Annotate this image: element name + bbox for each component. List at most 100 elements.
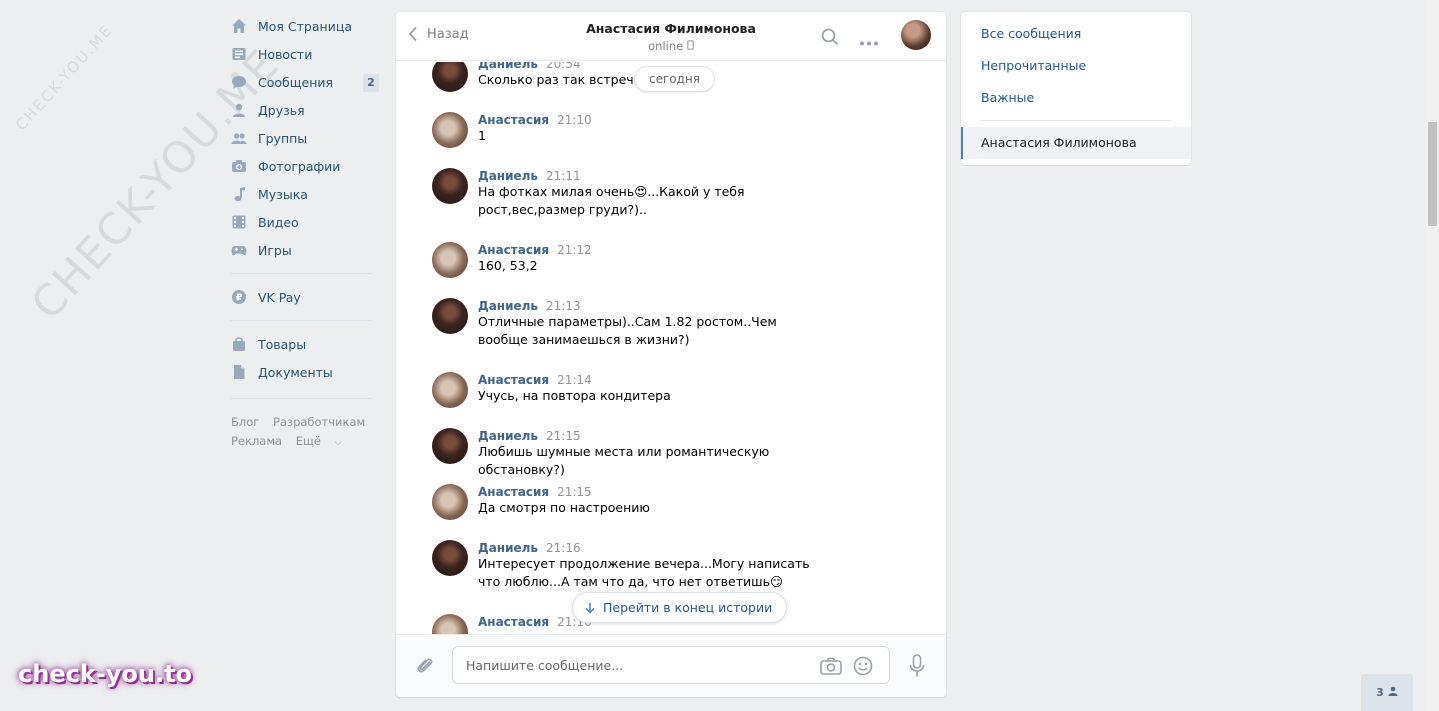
groups-icon [231,130,247,146]
author-avatar[interactable] [432,372,468,408]
nav-item-messages[interactable]: Сообщения 2 [228,68,382,96]
jump-to-end-button[interactable]: Перейти в конец истории [572,592,788,623]
message-author[interactable]: Анастасия [478,373,549,387]
nav-item-goods[interactable]: Товары [228,330,382,358]
message-input-placeholder: Напишите сообщение... [466,658,624,673]
nav-item-friends[interactable]: Друзья [228,96,382,124]
nav-item-vkpay[interactable]: ₽ VK Pay [228,283,382,311]
messages-filter-panel: Все сообщения Непрочитанные Важные Анаст… [961,12,1191,165]
chat-header: Назад Анастасия Филимонова online [396,12,946,61]
nav-item-games[interactable]: Игры [228,236,382,264]
message-time[interactable]: 21:14 [557,373,592,387]
vkpay-icon: ₽ [231,289,247,305]
nav-label: Сообщения [258,74,334,90]
microphone-icon[interactable] [909,654,925,681]
nav-item-groups[interactable]: Группы [228,124,382,152]
footer-link-developers[interactable]: Разработчикам [273,415,365,429]
message-author[interactable]: Анастасия [478,615,549,629]
page-scrollbar[interactable] [1425,0,1439,711]
nav-label: VK Pay [258,289,301,305]
active-conversation-item[interactable]: Анастасия Филимонова [961,127,1191,159]
filter-all-messages[interactable]: Все сообщения [981,26,1081,41]
mobile-icon [687,39,694,53]
message-text: 1 [478,128,486,143]
message-time[interactable]: 21:11 [546,169,581,183]
message-item: Анастасия 21:12 160, 53,2 [432,242,852,278]
message-time[interactable]: 21:13 [546,299,581,313]
author-avatar[interactable] [432,540,468,576]
online-friends-button[interactable]: 3 [1361,674,1413,711]
shopping-bag-icon [231,336,247,352]
author-avatar[interactable] [432,614,468,634]
messages-icon [231,74,247,90]
nav-item-news[interactable]: Новости [228,40,382,68]
footer-link-blog[interactable]: Блог [231,415,259,429]
message-time[interactable]: 21:16 [546,541,581,555]
author-avatar[interactable] [432,112,468,148]
message-author[interactable]: Даниель [478,299,538,313]
nav-label: Товары [258,336,307,352]
search-icon[interactable] [821,28,839,49]
nav-item-my-page[interactable]: Моя Страница [228,12,382,40]
nav-divider [230,398,372,399]
nav-label: Моя Страница [258,18,352,34]
message-item: Анастасия 21:15 Да смотря по настроению [432,484,852,520]
nav-divider [230,320,372,321]
author-avatar[interactable] [432,428,468,464]
footer-link-ads[interactable]: Реклама [231,434,282,448]
nav-item-video[interactable]: Видео [228,208,382,236]
paperclip-icon[interactable] [414,655,436,680]
author-avatar[interactable] [432,484,468,520]
camera-icon [231,158,247,174]
emoji-icon[interactable] [853,656,873,679]
author-avatar[interactable] [432,168,468,204]
friends-icon [231,102,247,118]
message-author[interactable]: Даниель [478,541,538,555]
message-item: Анастасия 21:10 1 [432,112,852,148]
date-divider-pill: сегодня [634,66,715,92]
author-avatar[interactable] [432,242,468,278]
nav-label: Видео [258,214,299,230]
message-author[interactable]: Даниель [478,169,538,183]
message-text: На фотках милая очень😍...Какой у тебя ро… [478,184,745,217]
author-avatar[interactable] [432,62,468,92]
footer-more-label: Ещё [295,434,321,448]
nav-label: Фотографии [258,158,341,174]
message-time[interactable]: 20:54 [546,62,581,71]
nav-label: Новости [258,46,313,62]
author-avatar[interactable] [432,298,468,334]
peer-status-text: online [648,39,684,53]
nav-label: Документы [258,364,333,380]
message-author[interactable]: Даниель [478,429,538,443]
filter-unread[interactable]: Непрочитанные [981,58,1086,73]
message-author[interactable]: Анастасия [478,485,549,499]
message-history: Даниель 20:54 Сколько раз так встречал се… [396,62,946,634]
filter-important[interactable]: Важные [981,90,1034,105]
scrollbar-thumb[interactable] [1428,122,1437,226]
message-input[interactable]: Напишите сообщение... [452,646,890,684]
footer-link-more[interactable]: Ещё ⌵ [296,434,352,448]
jump-label: Перейти в конец истории [603,600,773,615]
message-time[interactable]: 21:15 [546,429,581,443]
message-author[interactable]: Даниель [478,62,538,71]
message-time[interactable]: 21:15 [557,485,592,499]
watermark-logo: check-you.to [18,660,193,688]
message-author[interactable]: Анастасия [478,243,549,257]
message-item: Даниель 21:13 Отличные параметры)..Сам 1.… [432,298,852,349]
nav-label: Игры [258,242,292,258]
nav-item-photos[interactable]: Фотографии [228,152,382,180]
camera-icon[interactable] [820,657,842,678]
gamepad-icon [231,242,247,258]
nav-item-music[interactable]: Музыка [228,180,382,208]
chevron-down-icon: ⌵ [334,438,342,448]
peer-avatar[interactable] [901,20,931,50]
message-composer: Напишите сообщение... [396,634,946,697]
message-time[interactable]: 21:10 [557,113,592,127]
message-time[interactable]: 21:12 [557,243,592,257]
message-text: Отличные параметры)..Сам 1.82 ростом..Че… [478,314,777,347]
more-options-icon[interactable] [859,34,879,49]
nav-item-documents[interactable]: Документы [228,358,382,386]
news-icon [231,46,247,62]
music-icon [231,186,247,202]
message-author[interactable]: Анастасия [478,113,549,127]
